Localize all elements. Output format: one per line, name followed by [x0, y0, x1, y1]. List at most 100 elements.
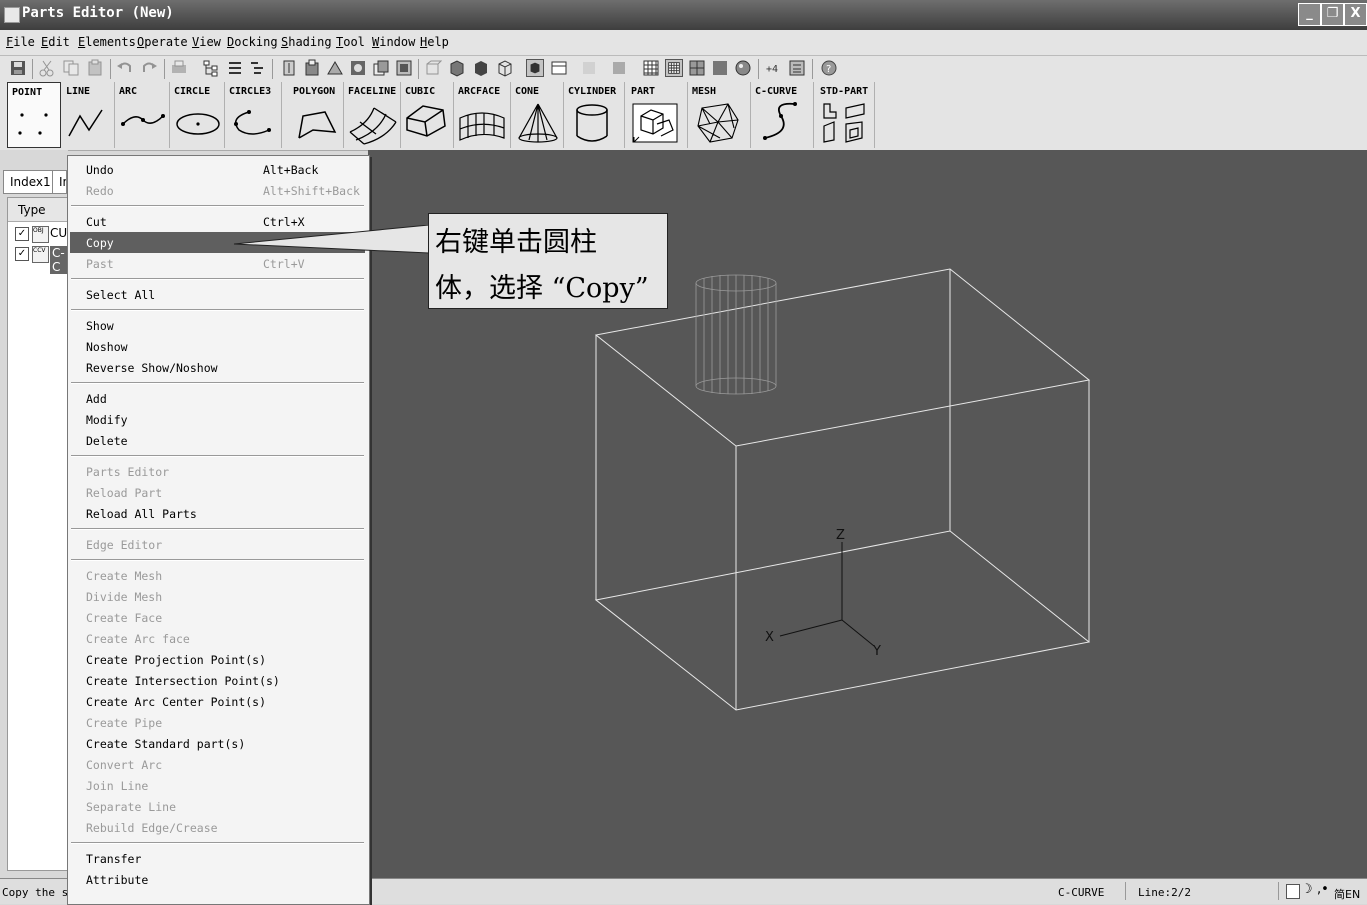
menu-tool[interactable]: Tool: [336, 35, 365, 49]
part-tool-2-icon[interactable]: [303, 59, 321, 77]
menu-item-reverse-show-noshow[interactable]: Reverse Show/Noshow: [70, 357, 365, 378]
tab-index2[interactable]: In: [53, 170, 67, 194]
menu-item-delete[interactable]: Delete: [70, 430, 365, 451]
menu-item-show[interactable]: Show: [70, 315, 365, 336]
view-box-icon[interactable]: [526, 59, 544, 77]
calc-icon[interactable]: [788, 59, 806, 77]
menu-docking[interactable]: Docking: [227, 35, 278, 49]
list-item-selected[interactable]: ✓ CCV C-C: [8, 245, 68, 274]
part-tool-5-icon[interactable]: [372, 59, 390, 77]
redo-icon[interactable]: [140, 59, 158, 77]
type-column-header[interactable]: Type: [8, 198, 68, 222]
solid-view-icon[interactable]: [711, 59, 729, 77]
shape-line-button[interactable]: LINE: [62, 82, 115, 148]
menu-item-create-projection-point-s[interactable]: Create Projection Point(s): [70, 649, 365, 670]
list-icon[interactable]: [226, 59, 244, 77]
view-solid-icon[interactable]: [448, 59, 466, 77]
menu-item-modify[interactable]: Modify: [70, 409, 365, 430]
visible-checkbox[interactable]: ✓: [15, 247, 29, 261]
ime-toggle-icon[interactable]: [1286, 884, 1300, 899]
help-icon[interactable]: ?: [820, 59, 838, 77]
shape-arc-button[interactable]: ARC: [115, 82, 170, 148]
tab-index1[interactable]: Index1: [3, 170, 53, 194]
shape-arcface-button[interactable]: ARCFACE: [454, 82, 511, 148]
menu-item-transfer[interactable]: Transfer: [70, 848, 365, 869]
menu-item-create-mesh[interactable]: Create Mesh: [70, 565, 365, 586]
menu-item-divide-mesh[interactable]: Divide Mesh: [70, 586, 365, 607]
menu-shading[interactable]: Shading: [281, 35, 332, 49]
grid-off-icon[interactable]: [580, 59, 598, 77]
render-icon[interactable]: [734, 59, 752, 77]
menu-item-rebuild-edge-crease[interactable]: Rebuild Edge/Crease: [70, 817, 365, 838]
menu-file[interactable]: File: [6, 35, 35, 49]
shape-polygon-button[interactable]: POLYGON: [289, 82, 344, 148]
view-wire-icon[interactable]: [496, 59, 514, 77]
shape-mesh-button[interactable]: MESH: [688, 82, 751, 148]
menu-item-undo[interactable]: Undo Alt+Back: [70, 159, 365, 180]
save-icon[interactable]: [9, 59, 27, 77]
punctuation-icon[interactable]: ,•: [1317, 882, 1329, 897]
shape-part-button[interactable]: PART: [627, 82, 688, 148]
menu-item-add[interactable]: Add: [70, 388, 365, 409]
grid-icon[interactable]: [642, 59, 660, 77]
shape-c-curve-button[interactable]: C-CURVE: [751, 82, 814, 148]
view-window-icon[interactable]: [550, 59, 568, 77]
part-tool-6-icon[interactable]: [395, 59, 413, 77]
paste-icon[interactable]: [86, 59, 104, 77]
shape-circle-button[interactable]: CIRCLE: [170, 82, 225, 148]
grid-fine-icon[interactable]: [665, 59, 683, 77]
part-tool-4-icon[interactable]: [349, 59, 367, 77]
menu-item-create-pipe[interactable]: Create Pipe: [70, 712, 365, 733]
view-shaded-icon[interactable]: [472, 59, 490, 77]
shape-cone-button[interactable]: CONE: [511, 82, 564, 148]
restore-button[interactable]: ❐: [1321, 3, 1344, 26]
shape-faceline-button[interactable]: FACELINE: [344, 82, 401, 148]
menu-item-reload-all-parts[interactable]: Reload All Parts: [70, 503, 365, 524]
menu-item-parts-editor[interactable]: Parts Editor: [70, 461, 365, 482]
ime-indicator[interactable]: 简EN: [1334, 886, 1360, 902]
menu-item-separate-line[interactable]: Separate Line: [70, 796, 365, 817]
shape-point-button[interactable]: POINT: [7, 82, 61, 148]
menu-window[interactable]: Window: [372, 35, 415, 49]
minimize-button[interactable]: _: [1298, 3, 1321, 26]
undo-icon[interactable]: [116, 59, 134, 77]
measure-icon[interactable]: +4: [765, 59, 783, 77]
menu-item-create-arc-center-point-s[interactable]: Create Arc Center Point(s): [70, 691, 365, 712]
menu-item-redo[interactable]: Redo Alt+Shift+Back: [70, 180, 365, 201]
hierarchy-icon[interactable]: [248, 59, 266, 77]
menu-item-create-standard-part-s[interactable]: Create Standard part(s): [70, 733, 365, 754]
menu-item-edge-editor[interactable]: Edge Editor: [70, 534, 365, 555]
copy-icon[interactable]: [62, 59, 80, 77]
close-button[interactable]: X: [1344, 3, 1367, 26]
menu-item-convert-arc[interactable]: Convert Arc: [70, 754, 365, 775]
fill-icon[interactable]: [610, 59, 628, 77]
visible-checkbox[interactable]: ✓: [15, 227, 29, 241]
menu-item-past[interactable]: Past Ctrl+V: [70, 253, 365, 274]
menu-operate[interactable]: Operate: [137, 35, 188, 49]
menu-item-create-intersection-point-s[interactable]: Create Intersection Point(s): [70, 670, 365, 691]
view-front-icon[interactable]: [424, 59, 442, 77]
shape-circle3-button[interactable]: CIRCLE3: [225, 82, 282, 148]
menu-item-create-arc-face[interactable]: Create Arc face: [70, 628, 365, 649]
menu-edit[interactable]: Edit: [41, 35, 70, 49]
shape-cylinder-button[interactable]: CYLINDER: [564, 82, 625, 148]
menu-view[interactable]: View: [192, 35, 221, 49]
menu-help[interactable]: Help: [420, 35, 449, 49]
shape-std-part-button[interactable]: STD-PART: [816, 82, 875, 148]
cut-icon[interactable]: [38, 59, 56, 77]
menu-item-join-line[interactable]: Join Line: [70, 775, 365, 796]
menu-item-create-face[interactable]: Create Face: [70, 607, 365, 628]
print-icon[interactable]: [170, 59, 188, 77]
menu-item-noshow[interactable]: Noshow: [70, 336, 365, 357]
menu-elements[interactable]: Elements: [78, 35, 136, 49]
menu-item-reload-part[interactable]: Reload Part: [70, 482, 365, 503]
list-item[interactable]: ✓ OBJ CU: [8, 225, 68, 243]
part-tool-1-icon[interactable]: [280, 59, 298, 77]
menu-item-select-all[interactable]: Select All: [70, 284, 365, 305]
menu-item-attribute[interactable]: Attribute: [70, 869, 365, 890]
shape-cubic-button[interactable]: CUBIC: [401, 82, 454, 148]
moon-icon[interactable]: ☽: [1301, 882, 1313, 897]
mesh-view-icon[interactable]: [688, 59, 706, 77]
cylinder-wireframe[interactable]: [695, 274, 777, 395]
part-tool-3-icon[interactable]: [326, 59, 344, 77]
